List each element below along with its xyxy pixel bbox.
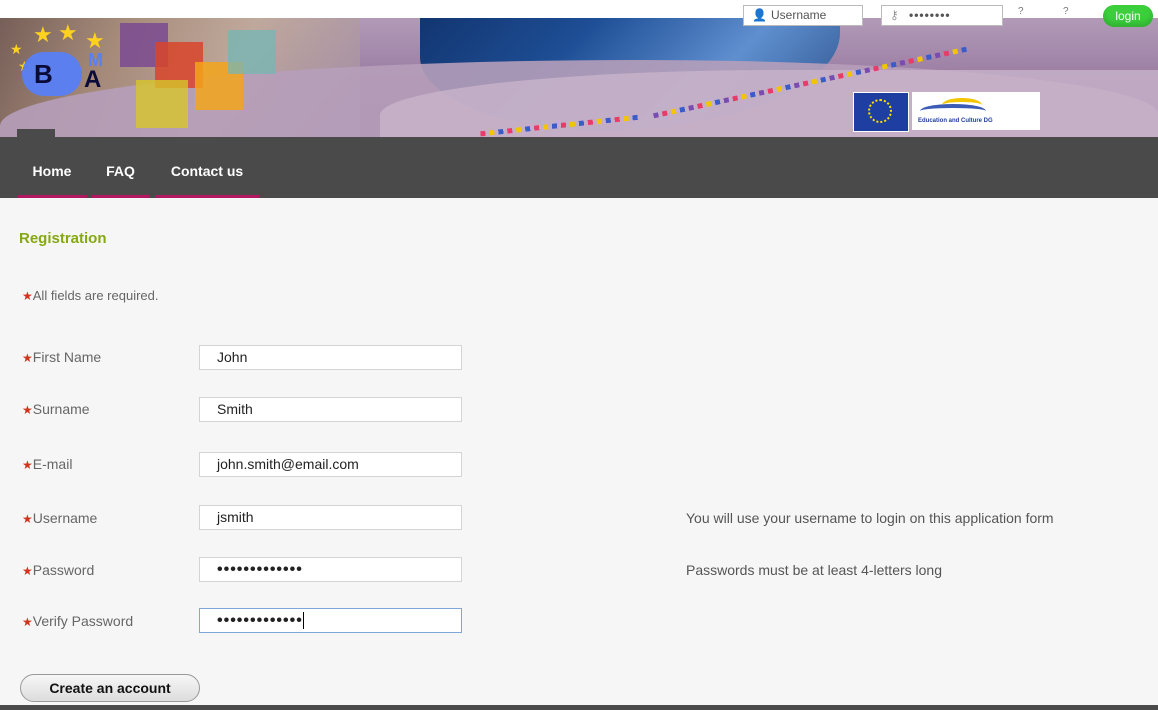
help-user-icon[interactable]: ? — [1018, 6, 1024, 17]
nav-contact-us[interactable]: Contact us — [155, 137, 259, 198]
required-star-icon: ★ — [22, 564, 33, 578]
help-key-icon[interactable]: ? — [1063, 6, 1069, 17]
password-input[interactable]: ••••••••••••• — [199, 557, 462, 582]
education-culture-dg-logo: Education and Culture DG — [912, 92, 1040, 130]
star-icon: ★ — [85, 28, 105, 53]
surname-label: ★Surname — [22, 401, 90, 417]
main-nav: Home FAQ Contact us — [0, 129, 1158, 198]
logo-square-yellow — [136, 80, 188, 128]
create-account-button[interactable]: Create an account — [20, 674, 200, 702]
verify-password-label: ★Verify Password — [22, 613, 133, 629]
username-hint: You will use your username to login on t… — [686, 510, 1054, 526]
header-username-input[interactable]: 👤 Username — [743, 5, 863, 26]
verify-password-label-text: Verify Password — [32, 613, 134, 629]
password-hint: Passwords must be at least 4-letters lon… — [686, 562, 943, 578]
surname-input[interactable]: Smith — [199, 397, 462, 422]
key-icon: ⚷ — [890, 8, 899, 22]
footer-bar — [0, 705, 1158, 710]
first-name-value: John — [217, 349, 248, 365]
header-banner: ★ ★ ★ ★ ★ B M A Education and Culture DG… — [0, 0, 1158, 137]
password-value: ••••••••••••• — [217, 561, 303, 578]
required-star-icon: ★ — [22, 615, 33, 629]
email-input[interactable]: john.smith@email.com — [199, 452, 462, 477]
required-star-icon: ★ — [22, 403, 33, 417]
required-star-icon: ★ — [22, 351, 33, 365]
first-name-label-text: First Name — [32, 349, 102, 365]
username-input[interactable]: jsmith — [199, 505, 462, 530]
username-value: jsmith — [217, 509, 254, 525]
surname-label-text: Surname — [32, 401, 90, 417]
required-star-icon: ★ — [22, 458, 33, 472]
page-title: Registration — [19, 230, 107, 247]
username-label: ★Username — [22, 510, 97, 526]
nav-faq[interactable]: FAQ — [92, 137, 149, 198]
required-note: ★All fields are required. — [22, 288, 159, 303]
text-caret — [302, 612, 304, 630]
verify-password-input[interactable]: ••••••••••••• — [199, 608, 462, 633]
email-label-text: E-mail — [32, 456, 73, 472]
nav-home[interactable]: Home — [17, 137, 87, 198]
user-icon: 👤 — [752, 8, 767, 22]
first-name-label: ★First Name — [22, 349, 101, 365]
required-star-icon: ★ — [22, 512, 33, 526]
star-icon: ★ — [33, 22, 53, 47]
header-password-value: •••••••• — [909, 8, 951, 22]
header-username-placeholder: Username — [771, 8, 827, 22]
star-icon: ★ — [58, 20, 78, 45]
password-label: ★Password — [22, 562, 94, 578]
logo-letter-a: A — [84, 66, 102, 93]
dg-caption: Education and Culture DG — [918, 118, 993, 124]
email-value: john.smith@email.com — [217, 456, 359, 472]
login-button[interactable]: login — [1103, 5, 1153, 27]
verify-password-value: ••••••••••••• — [217, 612, 303, 629]
email-label: ★E-mail — [22, 456, 72, 472]
password-label-text: Password — [32, 562, 95, 578]
eu-flag-icon — [853, 92, 909, 132]
logo-square-teal — [228, 30, 276, 74]
header-password-input[interactable]: ⚷ •••••••• — [881, 5, 1003, 26]
required-note-text: All fields are required. — [32, 288, 159, 303]
surname-value: Smith — [217, 401, 253, 417]
username-label-text: Username — [32, 510, 98, 526]
nav-tab-marker — [17, 129, 55, 137]
logo-letter-b: B — [22, 52, 82, 96]
first-name-input[interactable]: John — [199, 345, 462, 370]
required-star-icon: ★ — [22, 289, 33, 303]
